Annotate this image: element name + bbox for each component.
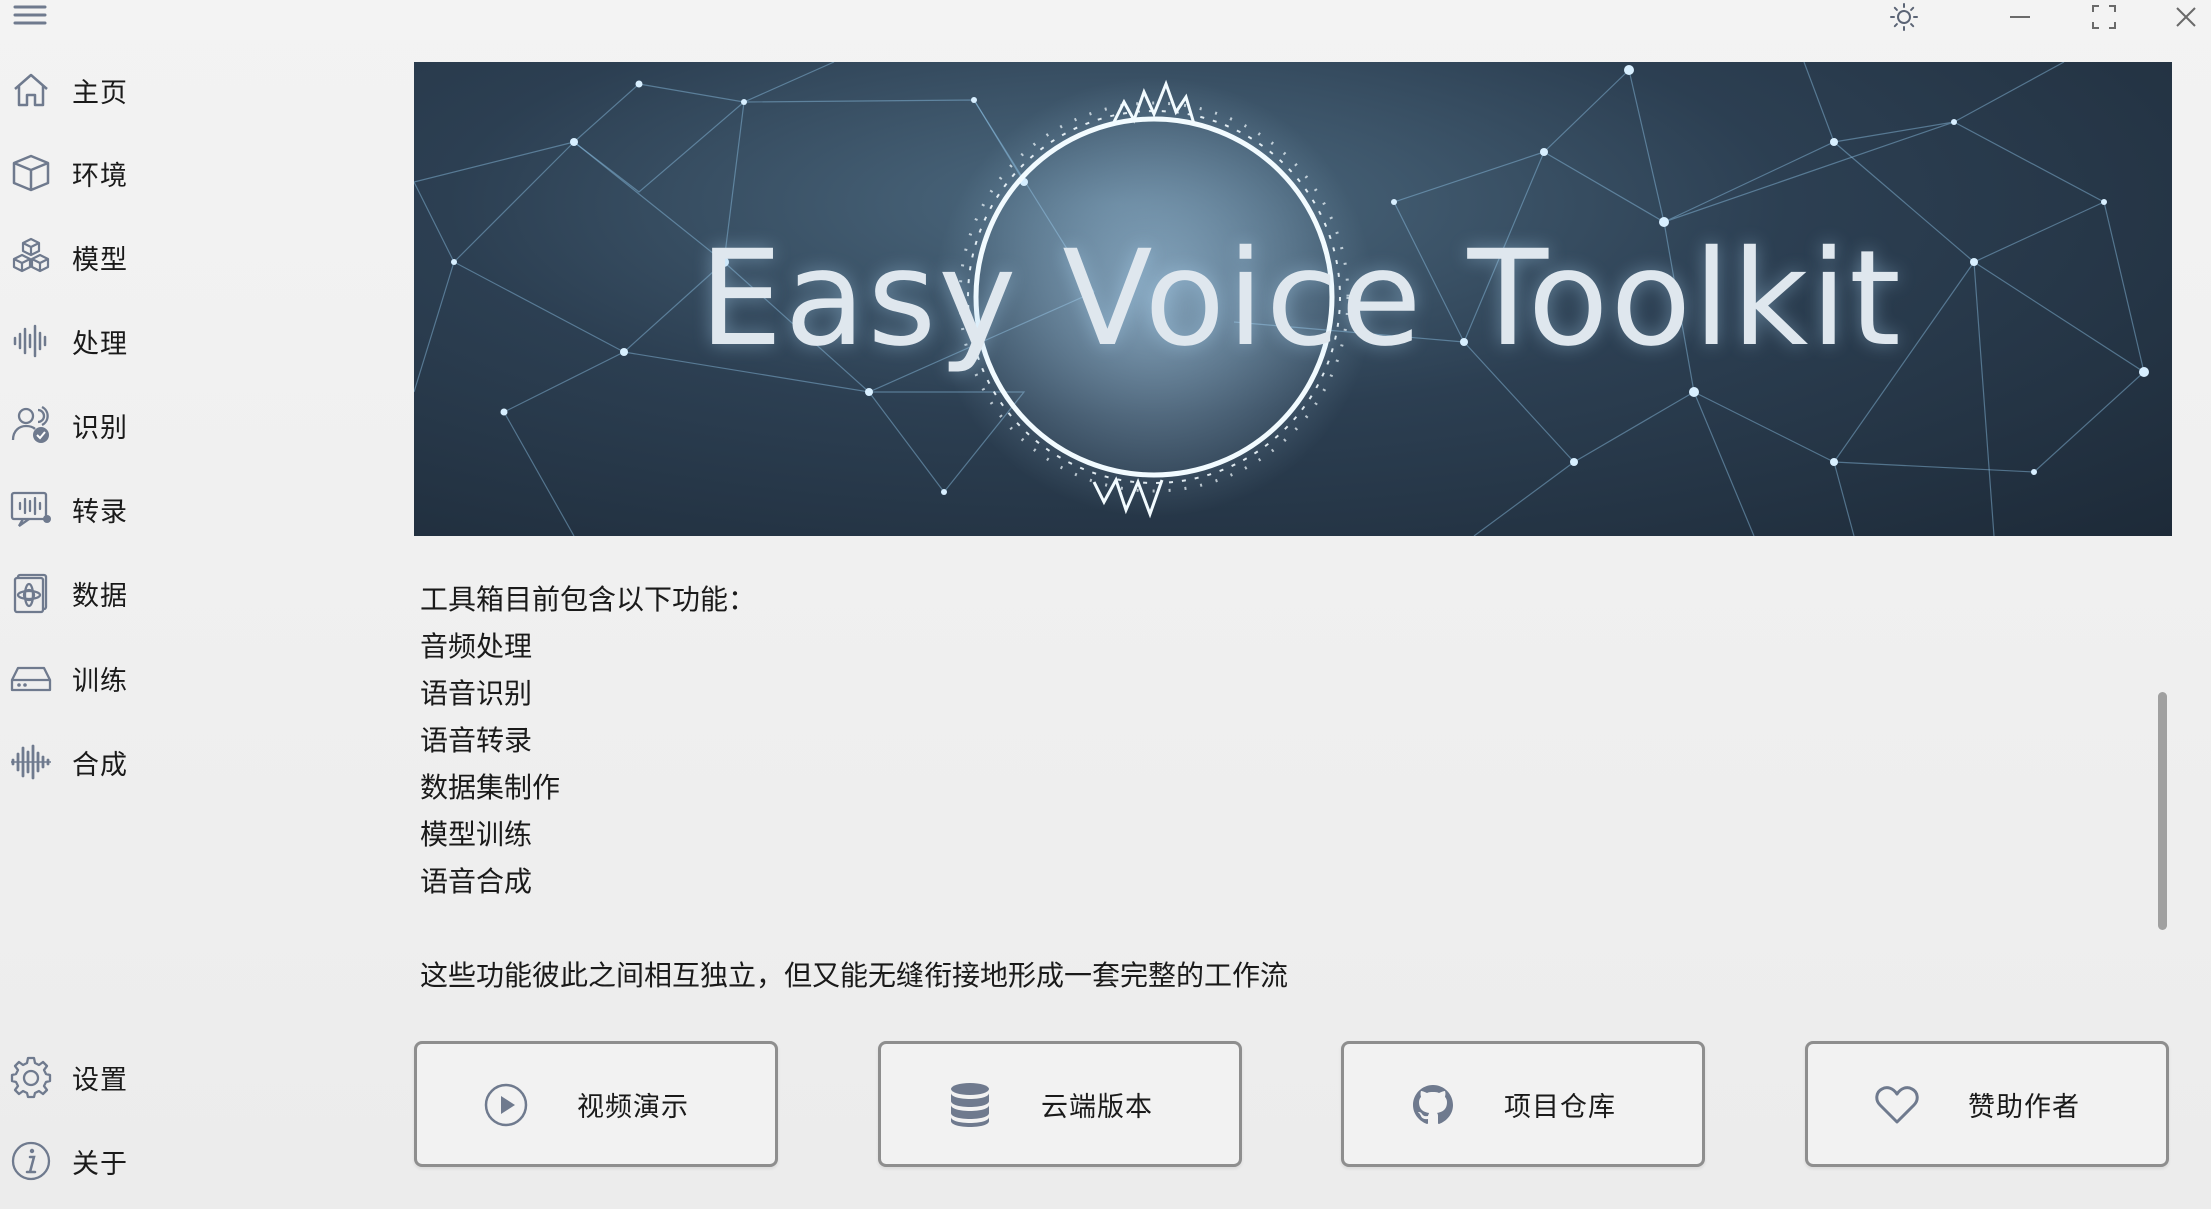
info-icon — [0, 1126, 62, 1196]
feature-item: 音频处理 — [420, 630, 533, 663]
scrollbar-thumb[interactable] — [2158, 692, 2167, 930]
maximize-icon — [2092, 5, 2116, 29]
minimize-icon — [2010, 16, 2030, 18]
hero-banner: Easy Voice Toolkit — [414, 62, 2172, 536]
sidebar-item-label: 数据 — [72, 580, 128, 612]
app-window: 主页 环境 模型 处理 识别 转录 数据 训练 合成 设置 关于 Easy Vo… — [0, 0, 2211, 1209]
hamburger-menu-icon — [13, 5, 47, 25]
maximize-button[interactable] — [2074, 0, 2134, 34]
sidebar-toggle-button[interactable] — [10, 0, 50, 30]
sidebar-item-about[interactable]: 关于 — [0, 1126, 290, 1196]
sidebar-item-models[interactable]: 模型 — [0, 222, 290, 292]
button-label: 赞助作者 — [1968, 1091, 2080, 1123]
theme-toggle-button[interactable] — [1874, 0, 1934, 34]
button-label: 云端版本 — [1041, 1091, 1153, 1123]
sun-icon — [1890, 3, 1918, 31]
minimize-button[interactable] — [1990, 0, 2050, 34]
sidebar-item-settings[interactable]: 设置 — [0, 1042, 290, 1112]
feature-item: 语音转录 — [420, 724, 533, 757]
sidebar-item-recognize[interactable]: 识别 — [0, 390, 290, 460]
database-icon — [945, 1080, 995, 1130]
video-demo-button[interactable]: 视频演示 — [414, 1041, 778, 1167]
github-icon — [1408, 1080, 1458, 1130]
gear-icon — [0, 1042, 62, 1112]
home-icon — [0, 55, 62, 125]
sponsor-author-button[interactable]: 赞助作者 — [1805, 1041, 2169, 1167]
sidebar-item-label: 识别 — [72, 412, 128, 444]
feature-item: 语音识别 — [420, 677, 533, 710]
close-icon — [2176, 7, 2196, 27]
sidebar-item-process[interactable]: 处理 — [0, 306, 290, 376]
sidebar-item-label: 设置 — [72, 1064, 128, 1096]
heart-icon — [1872, 1080, 1922, 1130]
sidebar-item-transcribe[interactable]: 转录 — [0, 474, 290, 544]
sidebar-item-environment[interactable]: 环境 — [0, 138, 290, 208]
sidebar-item-label: 训练 — [72, 665, 128, 697]
sidebar-item-synthesize[interactable]: 合成 — [0, 727, 290, 797]
user-check-icon — [0, 390, 62, 460]
feature-item: 语音合成 — [420, 865, 533, 898]
sidebar: 主页 环境 模型 处理 识别 转录 数据 训练 合成 设置 关于 — [0, 0, 300, 1209]
project-repo-button[interactable]: 项目仓库 — [1341, 1041, 1705, 1167]
feature-item: 数据集制作 — [420, 771, 561, 804]
banner-title: Easy Voice Toolkit — [699, 222, 1903, 376]
waveform-icon — [0, 306, 62, 376]
synth-icon — [0, 727, 62, 797]
drive-icon — [0, 643, 62, 713]
sidebar-item-label: 转录 — [72, 496, 128, 528]
sidebar-item-label: 合成 — [72, 749, 128, 781]
button-label: 项目仓库 — [1504, 1091, 1616, 1123]
transcribe-icon — [0, 474, 62, 544]
box-icon — [0, 138, 62, 208]
sidebar-item-label: 主页 — [72, 77, 128, 109]
close-button[interactable] — [2156, 0, 2211, 34]
cloud-version-button[interactable]: 云端版本 — [878, 1041, 1242, 1167]
feature-description: 工具箱目前包含以下功能： 音频处理 语音识别 语音转录 数据集制作 模型训练 语… — [420, 576, 1288, 999]
play-circle-icon — [481, 1080, 531, 1130]
sidebar-item-label: 处理 — [72, 328, 128, 360]
sidebar-item-label: 模型 — [72, 244, 128, 276]
cubes-icon — [0, 222, 62, 292]
sidebar-item-label: 关于 — [72, 1148, 128, 1180]
sidebar-item-label: 环境 — [72, 160, 128, 192]
data-icon — [0, 558, 62, 628]
sidebar-item-data[interactable]: 数据 — [0, 558, 290, 628]
sidebar-item-home[interactable]: 主页 — [0, 55, 290, 125]
sidebar-item-train[interactable]: 训练 — [0, 643, 290, 713]
intro-text: 工具箱目前包含以下功能： — [420, 583, 757, 616]
summary-text: 这些功能彼此之间相互独立，但又能无缝衔接地形成一套完整的工作流 — [420, 959, 1289, 992]
feature-item: 模型训练 — [420, 818, 533, 851]
button-label: 视频演示 — [577, 1091, 689, 1123]
